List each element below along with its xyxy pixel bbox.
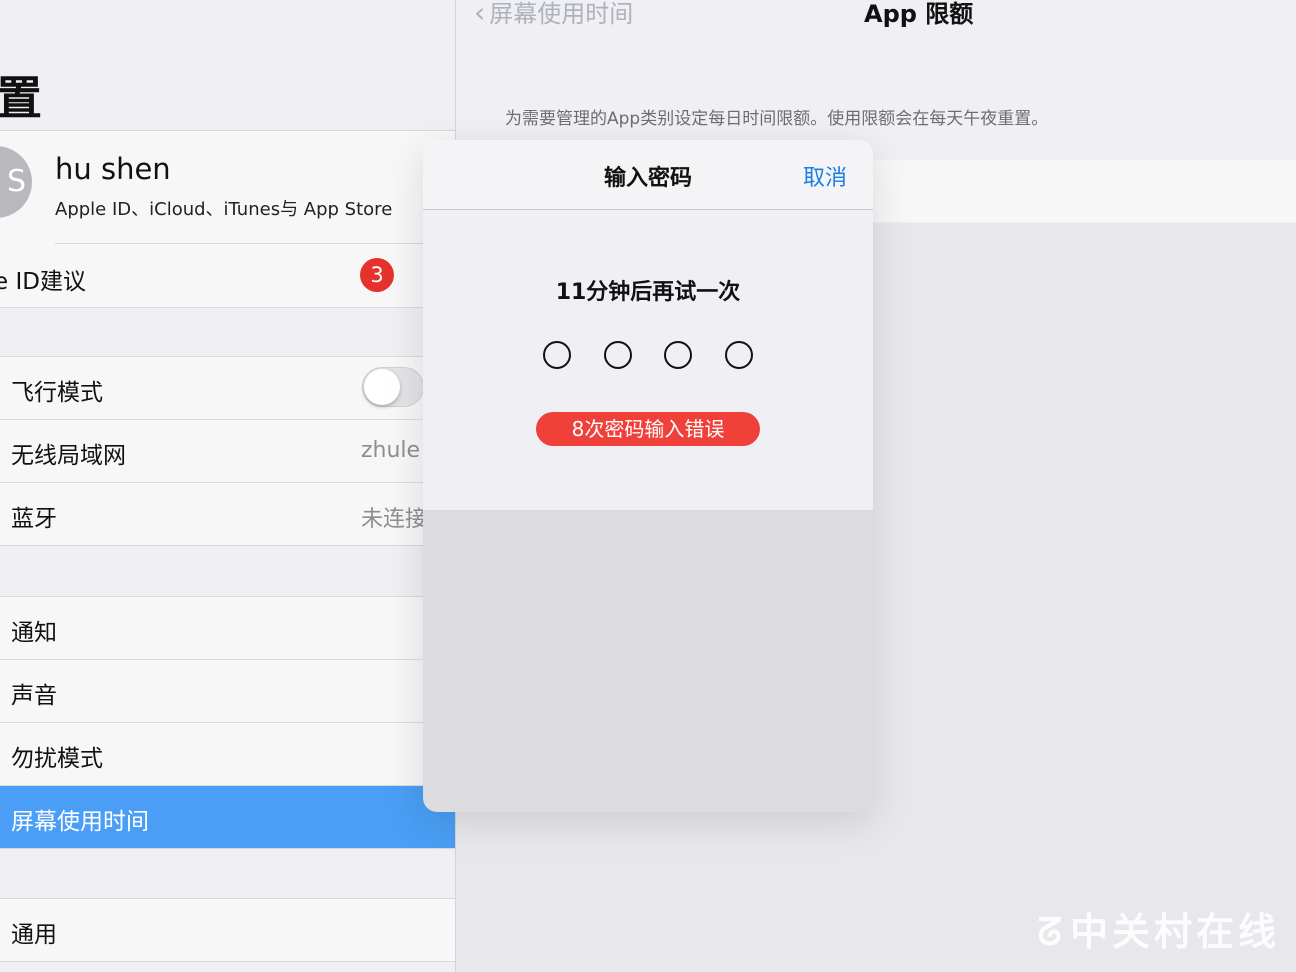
zol-logo-icon: ᘔ [1037, 910, 1066, 954]
failed-attempts-badge: 8次密码输入错误 [536, 412, 760, 446]
divider [55, 243, 455, 244]
dialog-header: 输入密码 取消 [423, 140, 873, 210]
bluetooth-status-value: 未连接 [361, 507, 428, 532]
notification-badge: 3 [360, 258, 394, 292]
sidebar-title: 置 [0, 71, 42, 125]
sidebar-item-screen-time[interactable]: 屏幕使用时间 [0, 786, 455, 848]
sidebar-item-label: 飞行模式 [11, 380, 103, 406]
watermark-text: 中关村在线 [1069, 910, 1280, 954]
cancel-button[interactable]: 取消 [803, 160, 847, 192]
sidebar-item-label: 通用 [11, 922, 57, 948]
chevron-left-icon: ‹ [474, 0, 486, 29]
notifications-group: 通知 声音 勿扰模式 屏幕使用时间 [0, 596, 455, 849]
watermark: ᘔ 中关村在线 [1037, 901, 1280, 956]
sidebar-item-label: 屏幕使用时间 [11, 809, 149, 835]
sidebar-item-label: 通知 [11, 620, 57, 646]
back-label: 屏幕使用时间 [489, 0, 634, 28]
sidebar-item-do-not-disturb[interactable]: 勿扰模式 [0, 723, 455, 786]
airplane-mode-toggle[interactable] [362, 367, 424, 407]
profile-name[interactable]: hu shen [55, 152, 171, 186]
toggle-knob [364, 369, 400, 405]
general-group: 通用 [0, 898, 455, 962]
sidebar-item-notifications[interactable]: 通知 [0, 597, 455, 660]
apple-id-suggestions-item[interactable]: e ID建议 [0, 262, 86, 296]
passcode-dialog: 输入密码 取消 11分钟后再试一次 8次密码输入错误 [423, 140, 873, 510]
passcode-dot [664, 341, 692, 369]
sidebar-item-airplane-mode[interactable]: 飞行模式 [0, 357, 455, 420]
page-title: App 限额 [864, 0, 974, 28]
passcode-dot [604, 341, 632, 369]
network-group: 飞行模式 无线局域网 zhule 蓝牙 未连接 [0, 356, 455, 546]
settings-sidebar: 置 S hu shen Apple ID、iCloud、iTunes与 App … [0, 0, 456, 972]
sidebar-item-sounds[interactable]: 声音 [0, 660, 455, 723]
retry-message: 11分钟后再试一次 [555, 280, 741, 305]
passcode-dot [725, 341, 753, 369]
passcode-dot [543, 341, 571, 369]
wifi-network-value: zhule [361, 438, 421, 463]
sidebar-item-label: 勿扰模式 [11, 746, 103, 772]
passcode-dots [543, 341, 755, 371]
sidebar-item-bluetooth[interactable]: 蓝牙 未连接 [0, 483, 455, 545]
sidebar-item-general[interactable]: 通用 [0, 899, 455, 961]
sidebar-item-wifi[interactable]: 无线局域网 zhule [0, 420, 455, 483]
sidebar-item-label: 蓝牙 [11, 506, 57, 532]
back-button[interactable]: ‹ 屏幕使用时间 [474, 0, 633, 29]
profile-subtitle[interactable]: Apple ID、iCloud、iTunes与 App Store [55, 195, 392, 221]
sidebar-item-label: 无线局域网 [11, 443, 126, 469]
sidebar-item-label: 声音 [11, 683, 57, 709]
section-description: 为需要管理的App类别设定每日时间限额。使用限额会在每天午夜重置。 [505, 109, 1049, 129]
